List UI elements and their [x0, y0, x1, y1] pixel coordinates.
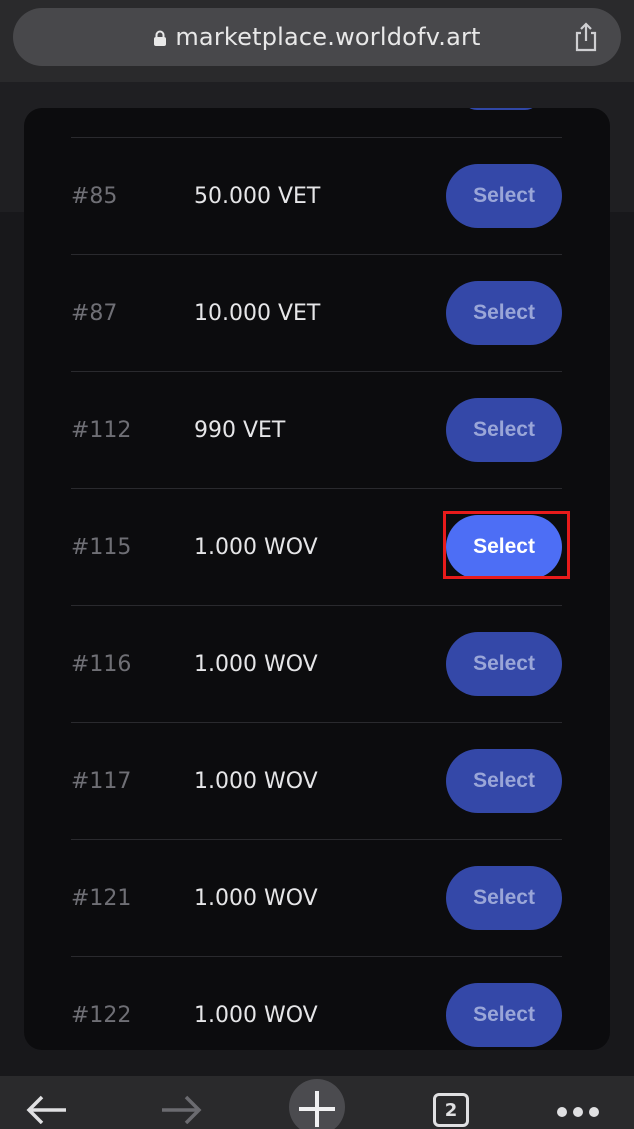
listing-row: #117 1.000 WOV Select [71, 722, 562, 839]
listing-price: 10.000 VET [194, 301, 321, 326]
listing-price: 50.000 VET [194, 184, 321, 209]
listing-row: #85 50.000 VET Select [71, 137, 562, 254]
listing-row: #112 990 VET Select [71, 371, 562, 488]
select-button[interactable]: Select [446, 281, 562, 345]
tab-count: 2 [444, 1099, 458, 1121]
new-tab-plus-icon [299, 1091, 335, 1127]
listing-number: #122 [71, 1003, 132, 1028]
listing-number: #85 [71, 184, 118, 209]
listing-number: #117 [71, 769, 132, 794]
listing-number: #121 [71, 886, 132, 911]
listing-row: #122 1.000 WOV Select [71, 956, 562, 1050]
listing-number: #116 [71, 652, 132, 677]
tabs-button[interactable]: 2 [433, 1093, 469, 1127]
select-button[interactable]: Select [446, 632, 562, 696]
listing-price: 1.000 WOV [194, 535, 318, 560]
listings-card: #85 50.000 VET Select #87 10.000 VET Select #1… [24, 108, 610, 1050]
partially-visible-button[interactable] [462, 108, 540, 110]
listing-price: 1.000 WOV [194, 886, 318, 911]
page: marketplace.worldofv.art #85 50.000 VET Se… [0, 0, 634, 1129]
listing-price: 990 VET [194, 418, 286, 443]
listing-row: #121 1.000 WOV Select [71, 839, 562, 956]
listings-list: #85 50.000 VET Select #87 10.000 VET Select #1… [71, 137, 570, 1050]
more-icon[interactable] [556, 1106, 600, 1118]
select-button[interactable]: Select [446, 515, 562, 579]
share-icon[interactable] [573, 22, 599, 52]
listing-number: #87 [71, 301, 118, 326]
address-bar[interactable]: marketplace.worldofv.art [13, 8, 621, 66]
listing-price: 1.000 WOV [194, 652, 318, 677]
select-button[interactable]: Select [446, 164, 562, 228]
select-button[interactable]: Select [446, 983, 562, 1047]
browser-top-bar: marketplace.worldofv.art [0, 0, 634, 82]
lock-icon [154, 30, 167, 46]
forward-arrow-icon[interactable] [160, 1094, 202, 1124]
listing-price: 1.000 WOV [194, 1003, 318, 1028]
address-url: marketplace.worldofv.art [175, 23, 481, 51]
select-button[interactable]: Select [446, 866, 562, 930]
listing-price: 1.000 WOV [194, 769, 318, 794]
select-button[interactable]: Select [446, 749, 562, 813]
new-tab-button[interactable] [289, 1079, 345, 1129]
select-button[interactable]: Select [446, 398, 562, 462]
listing-row: #116 1.000 WOV Select [71, 605, 562, 722]
browser-bottom-toolbar: 2 [0, 1076, 634, 1129]
listing-row: #87 10.000 VET Select [71, 254, 562, 371]
listing-number: #115 [71, 535, 132, 560]
back-arrow-icon[interactable] [26, 1094, 68, 1124]
listing-row: #115 1.000 WOV Select [71, 488, 570, 605]
listing-number: #112 [71, 418, 132, 443]
